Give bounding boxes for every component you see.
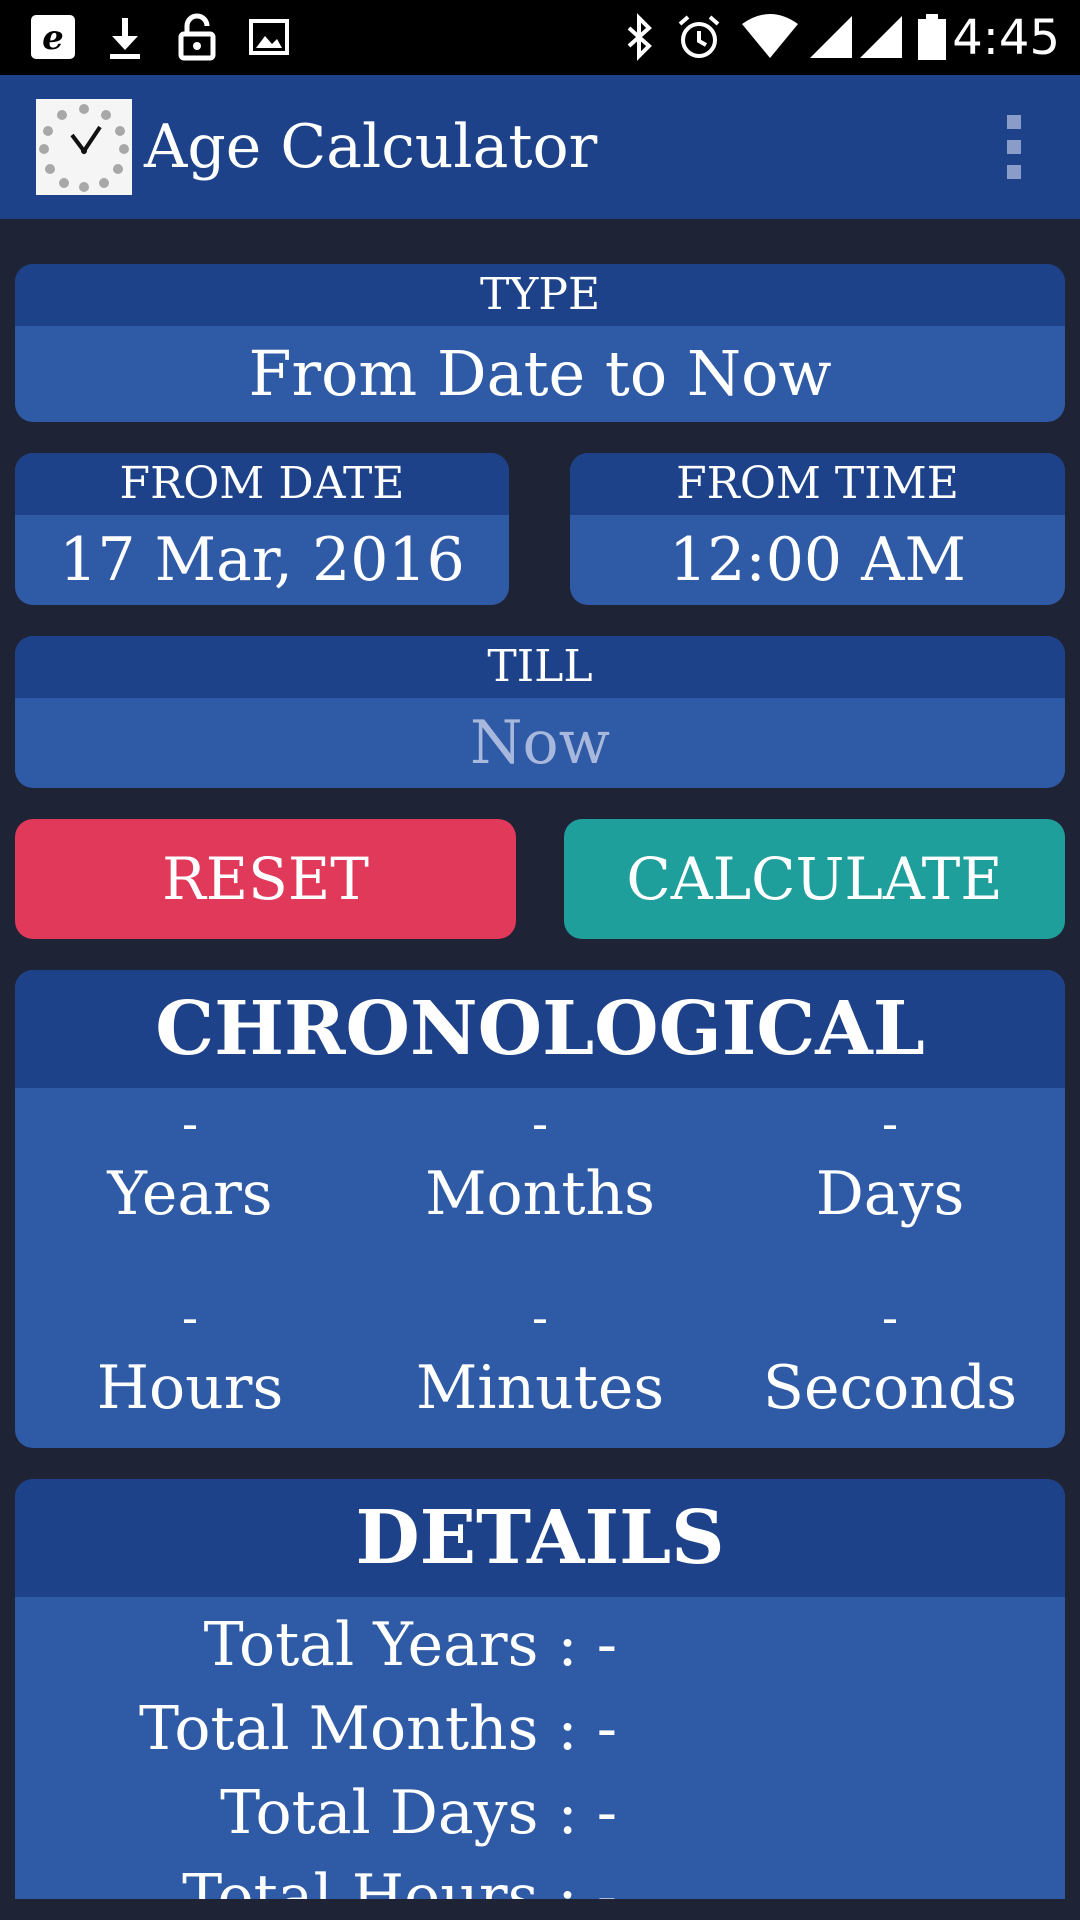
app-bar: Age Calculator xyxy=(0,75,1080,219)
seconds-cell: - Seconds xyxy=(720,1288,1060,1428)
wifi-icon xyxy=(740,12,800,62)
alarm-icon xyxy=(674,12,724,62)
months-label: Months xyxy=(425,1159,655,1229)
till-label: TILL xyxy=(15,636,1065,698)
download-icon xyxy=(100,12,150,62)
details-card: DETAILS Total Years : - Total Months : -… xyxy=(15,1479,1065,1899)
status-time: 4:45 xyxy=(952,10,1060,66)
type-value: From Date to Now xyxy=(248,337,832,410)
clock-logo-icon xyxy=(36,99,132,195)
days-cell: - Days xyxy=(720,1094,1060,1234)
days-label: Days xyxy=(815,1159,965,1229)
years-cell: - Years xyxy=(20,1094,360,1234)
total-days-row: Total Days : - xyxy=(220,1778,617,1848)
minutes-cell: - Minutes xyxy=(370,1288,710,1428)
years-label: Years xyxy=(107,1159,273,1229)
lock-icon xyxy=(172,12,222,62)
hours-value: - xyxy=(181,1290,199,1346)
seconds-value: - xyxy=(881,1290,899,1346)
from-date-value: 17 Mar, 2016 xyxy=(59,525,465,595)
svg-text:e: e xyxy=(42,18,64,58)
from-date-picker[interactable]: FROM DATE 17 Mar, 2016 xyxy=(15,453,509,605)
type-label: TYPE xyxy=(15,264,1065,326)
days-value: - xyxy=(881,1096,899,1152)
from-time-picker[interactable]: FROM TIME 12:00 AM xyxy=(570,453,1065,605)
till-selector[interactable]: TILL Now xyxy=(15,636,1065,788)
calculate-button[interactable]: CALCULATE xyxy=(564,819,1065,939)
months-value: - xyxy=(531,1096,549,1152)
total-months-row: Total Months : - xyxy=(138,1694,617,1764)
e-app-icon: e xyxy=(28,12,78,62)
from-date-label: FROM DATE xyxy=(15,453,509,515)
status-bar: e 4:45 xyxy=(0,0,1080,75)
years-value: - xyxy=(181,1096,199,1152)
from-time-label: FROM TIME xyxy=(570,453,1065,515)
battery-icon xyxy=(912,12,952,62)
hours-cell: - Hours xyxy=(20,1288,360,1428)
from-time-value: 12:00 AM xyxy=(669,525,966,595)
till-value: Now xyxy=(470,708,610,778)
minutes-value: - xyxy=(531,1290,549,1346)
bluetooth-icon xyxy=(614,12,664,62)
total-hours-row: Total Hours : - xyxy=(182,1862,617,1899)
image-icon xyxy=(244,12,294,62)
seconds-label: Seconds xyxy=(762,1353,1018,1423)
chronological-title: CHRONOLOGICAL xyxy=(15,970,1065,1088)
more-options-icon[interactable] xyxy=(988,115,1040,179)
months-cell: - Months xyxy=(370,1094,710,1234)
hours-label: Hours xyxy=(96,1353,284,1423)
chronological-card: CHRONOLOGICAL - Years - Months - Days - … xyxy=(15,970,1065,1448)
total-years-row: Total Years : - xyxy=(203,1610,617,1680)
details-title: DETAILS xyxy=(15,1479,1065,1597)
signal-icon-2 xyxy=(856,12,906,62)
minutes-label: Minutes xyxy=(415,1353,665,1423)
app-title: Age Calculator xyxy=(144,112,598,182)
signal-icon xyxy=(806,12,856,62)
type-selector[interactable]: TYPE From Date to Now xyxy=(15,264,1065,422)
reset-button[interactable]: RESET xyxy=(15,819,516,939)
